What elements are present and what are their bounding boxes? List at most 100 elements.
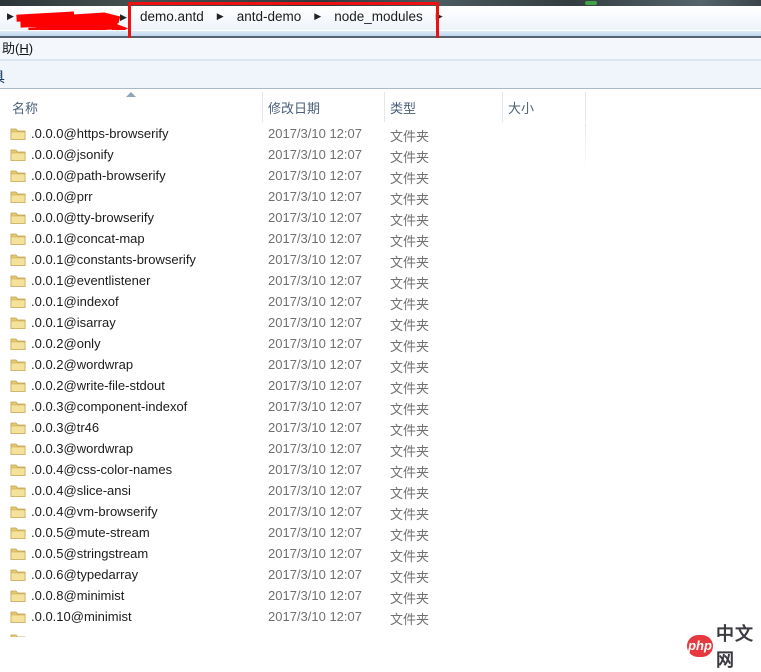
folder-icon	[10, 506, 26, 518]
breadcrumb-chevron-icon[interactable]: ▶	[436, 11, 443, 22]
file-date-modified: 2017/3/10 12:07	[268, 147, 362, 162]
breadcrumb-item[interactable]: demo.antd	[140, 9, 204, 24]
table-row[interactable]: .0.0.0@jsonify 2017/3/10 12:07 文件夹	[0, 145, 761, 166]
folder-icon	[10, 590, 26, 602]
toolbar-bottom-border	[0, 88, 761, 89]
file-type: 文件夹	[390, 423, 430, 438]
file-type: 文件夹	[390, 486, 430, 501]
table-row[interactable]: .0.0.1@constants-browserify 2017/3/10 12…	[0, 250, 761, 271]
column-divider[interactable]	[585, 92, 586, 122]
file-date-modified: 2017/3/10 12:07	[268, 399, 362, 414]
toolbar-clipped-label: 具	[0, 67, 5, 87]
table-row[interactable]: .0.0.0@path-browserify 2017/3/10 12:07 文…	[0, 166, 761, 187]
column-divider[interactable]	[262, 92, 263, 122]
folder-icon	[10, 317, 26, 329]
table-row[interactable]: .0.0.3@component-indexof 2017/3/10 12:07…	[0, 397, 761, 418]
file-type: 文件夹	[390, 234, 430, 249]
table-row[interactable]: .0.0.2@wordwrap 2017/3/10 12:07 文件夹	[0, 355, 761, 376]
column-header-type[interactable]: 类型	[390, 90, 490, 124]
breadcrumb-chevron-icon[interactable]: ▶	[217, 11, 224, 22]
file-type: 文件夹	[390, 171, 430, 186]
file-type: 文件夹	[390, 255, 430, 270]
file-type: 文件夹	[390, 549, 430, 564]
folder-icon	[10, 128, 26, 140]
breadcrumb-item[interactable]: node_modules	[334, 9, 423, 24]
file-date-modified: 2017/3/10 12:07	[268, 336, 362, 351]
file-type: 文件夹	[390, 192, 430, 207]
file-type: 文件夹	[390, 612, 430, 627]
file-type: 文件夹	[390, 591, 430, 606]
folder-icon	[10, 149, 26, 161]
file-type: 文件夹	[390, 297, 430, 312]
file-type: 文件夹	[390, 276, 430, 291]
table-row[interactable]: .0.0.3@wordwrap 2017/3/10 12:07 文件夹	[0, 439, 761, 460]
folder-icon	[10, 338, 26, 350]
file-date-modified: 2017/3/10 12:07	[268, 294, 362, 309]
folder-icon	[10, 569, 26, 581]
file-date-modified: 2017/3/10 12:07	[268, 609, 362, 624]
file-type: 文件夹	[390, 150, 430, 165]
table-row[interactable]: .0.0.8@minimist 2017/3/10 12:07 文件夹	[0, 586, 761, 607]
table-row[interactable]: .0.0.10@minimist 2017/3/10 12:07 文件夹	[0, 607, 761, 628]
menu-bar: 助(H)	[0, 38, 761, 59]
file-date-modified: 2017/3/10 12:07	[268, 126, 362, 141]
file-name: .0.0.1@concat-map	[31, 231, 145, 246]
folder-icon	[10, 275, 26, 287]
table-row[interactable]: .0.0.5@mute-stream 2017/3/10 12:07 文件夹	[0, 523, 761, 544]
folder-icon	[10, 464, 26, 476]
file-name: .0.0.8@minimist	[31, 588, 125, 603]
file-date-modified: 2017/3/10 12:07	[268, 483, 362, 498]
file-name: .0.0.0@tty-browserify	[31, 210, 155, 225]
file-date-modified: 2017/3/10 12:07	[268, 273, 362, 288]
file-date-modified: 2017/3/10 12:07	[268, 420, 362, 435]
breadcrumb-item[interactable]: antd-demo	[237, 9, 302, 24]
menu-help-text: 助(	[2, 41, 20, 56]
folder-icon	[10, 527, 26, 539]
file-name: .0.0.4@css-color-names	[31, 462, 173, 477]
table-row[interactable]: .0.0.1@eventlistener 2017/3/10 12:07 文件夹	[0, 271, 761, 292]
file-date-modified: 2017/3/10 12:07	[268, 357, 362, 372]
table-row[interactable]: .0.0.3@tr46 2017/3/10 12:07 文件夹	[0, 418, 761, 439]
file-type: 文件夹	[390, 360, 430, 375]
breadcrumb-root-chevron-icon[interactable]: ▶	[7, 11, 14, 22]
folder-icon	[10, 611, 26, 623]
folder-icon	[10, 254, 26, 266]
file-date-modified: 2017/3/10 12:07	[268, 462, 362, 477]
breadcrumb[interactable]: demo.antd ▶ antd-demo ▶ node_modules ▶	[140, 9, 443, 24]
file-type: 文件夹	[390, 444, 430, 459]
menu-help-accelerator: H	[19, 41, 29, 56]
breadcrumb-chevron-icon[interactable]: ▶	[314, 11, 321, 22]
table-row[interactable]: .0.0.1@isarray 2017/3/10 12:07 文件夹	[0, 313, 761, 334]
column-divider[interactable]	[384, 92, 385, 122]
file-name: .0.0.0@jsonify	[31, 147, 114, 162]
column-header-date-modified[interactable]: 修改日期	[268, 90, 378, 124]
file-name: .0.0.1@eventlistener	[31, 273, 151, 288]
table-row[interactable]: .0.0.1@concat-map 2017/3/10 12:07 文件夹	[0, 229, 761, 250]
partial-table-row[interactable]	[0, 632, 761, 637]
address-bar[interactable]: ▶ ▶ demo.antd ▶ antd-demo ▶ node_modules ▶	[0, 6, 761, 37]
table-row[interactable]: .0.0.0@https-browserify 2017/3/10 12:07 …	[0, 124, 761, 145]
file-name: .0.0.4@vm-browserify	[31, 504, 158, 519]
site-watermark: php 中文网	[687, 620, 761, 672]
table-row[interactable]: .0.0.2@only 2017/3/10 12:07 文件夹	[0, 334, 761, 355]
table-row[interactable]: .0.0.1@indexof 2017/3/10 12:07 文件夹	[0, 292, 761, 313]
file-date-modified: 2017/3/10 12:07	[268, 546, 362, 561]
table-row[interactable]: .0.0.5@stringstream 2017/3/10 12:07 文件夹	[0, 544, 761, 565]
breadcrumb-chevron-icon[interactable]: ▶	[120, 12, 127, 23]
column-header-row: 名称 修改日期 类型 大小	[0, 90, 761, 124]
table-row[interactable]: .0.0.2@write-file-stdout 2017/3/10 12:07…	[0, 376, 761, 397]
column-divider[interactable]	[502, 92, 503, 122]
table-row[interactable]: .0.0.4@css-color-names 2017/3/10 12:07 文…	[0, 460, 761, 481]
folder-icon	[10, 401, 26, 413]
table-row[interactable]: .0.0.0@prr 2017/3/10 12:07 文件夹	[0, 187, 761, 208]
table-row[interactable]: .0.0.4@vm-browserify 2017/3/10 12:07 文件夹	[0, 502, 761, 523]
table-row[interactable]: .0.0.4@slice-ansi 2017/3/10 12:07 文件夹	[0, 481, 761, 502]
column-header-size[interactable]: 大小	[508, 90, 578, 124]
file-type: 文件夹	[390, 507, 430, 522]
folder-icon	[10, 380, 26, 392]
file-name: .0.0.0@prr	[31, 189, 93, 204]
table-row[interactable]: .0.0.6@typedarray 2017/3/10 12:07 文件夹	[0, 565, 761, 586]
file-date-modified: 2017/3/10 12:07	[268, 252, 362, 267]
menu-item-help[interactable]: 助(H)	[2, 38, 33, 59]
table-row[interactable]: .0.0.0@tty-browserify 2017/3/10 12:07 文件…	[0, 208, 761, 229]
